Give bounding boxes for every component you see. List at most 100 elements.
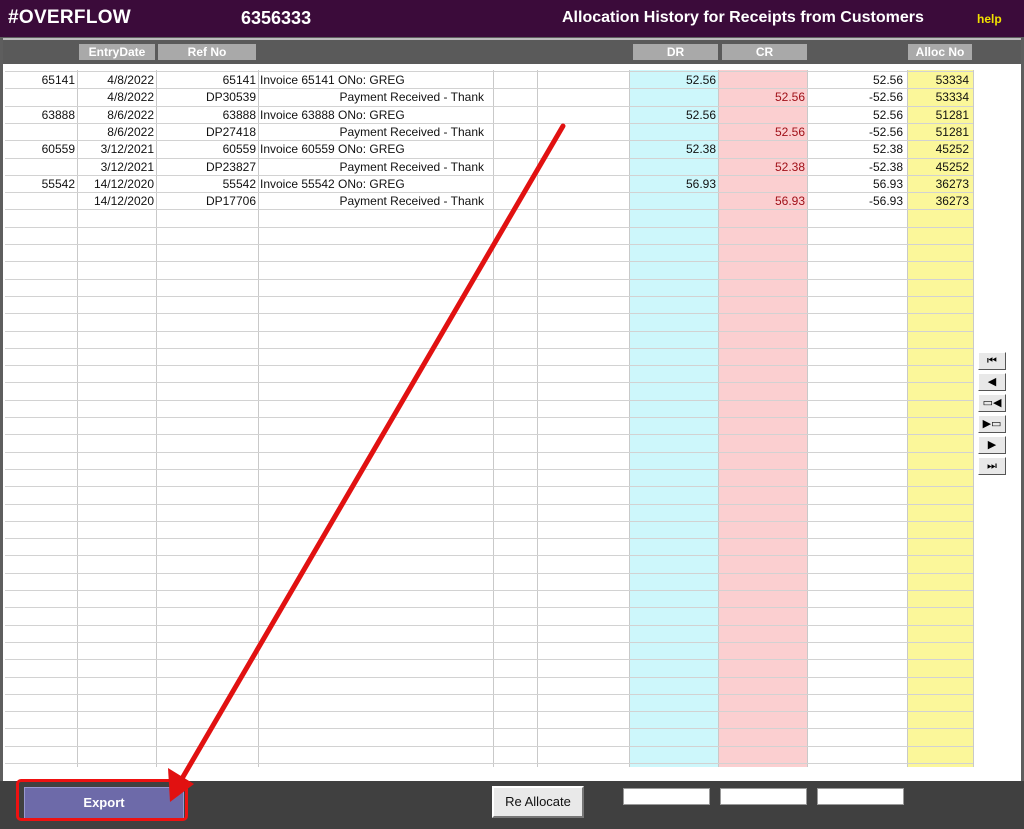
cell-bal: 52.56	[872, 73, 903, 87]
cell-desc: Invoice 60559 ONo: GREG	[260, 142, 405, 157]
next-page-icon[interactable]: ▶▭	[978, 415, 1006, 433]
next-record-icon[interactable]: ▶	[978, 436, 1006, 454]
row-divider	[5, 382, 973, 384]
row-divider	[5, 330, 973, 332]
cell-cr	[720, 107, 805, 124]
cell-cr: 52.38	[774, 159, 805, 174]
cell-alloc: 45252	[935, 142, 969, 157]
row-divider	[5, 503, 973, 505]
cell-doc: 55542	[41, 176, 75, 191]
cell-alloc: 36273	[935, 176, 969, 191]
cell-ref: 63888	[222, 107, 256, 122]
cell-date: 8/6/2022	[107, 124, 154, 139]
cell-desc: Invoice 65141 ONo: GREG	[260, 73, 405, 87]
previous-page-icon[interactable]: ▭◀	[978, 394, 1006, 412]
account-number: 6356333	[241, 8, 312, 28]
cell-doc	[5, 159, 75, 176]
app-name: #OVERFLOW	[8, 7, 132, 28]
cell-doc	[5, 89, 75, 106]
cell-bal: 52.56	[872, 107, 903, 122]
row-divider	[5, 417, 973, 418]
cell-desc: Payment Received - Thank	[339, 194, 484, 209]
cell-dr: 52.56	[685, 107, 716, 122]
row-divider	[5, 763, 973, 764]
column-divider	[973, 70, 974, 767]
row-divider	[5, 676, 973, 678]
row-divider	[5, 590, 973, 591]
cell-cr	[720, 176, 805, 193]
help-link[interactable]: help	[977, 12, 1002, 26]
cell-ref: 55542	[222, 176, 256, 191]
table-header: EntryDate Ref No DR CR Alloc No	[3, 40, 1021, 64]
cell-alloc: 53334	[935, 73, 969, 87]
cell-doc: 60559	[41, 142, 75, 157]
row-divider	[5, 624, 973, 626]
row-divider	[5, 295, 973, 297]
cell-doc	[5, 193, 75, 210]
cell-alloc: 45252	[935, 159, 969, 174]
cell-dr	[631, 89, 716, 106]
row-divider	[5, 641, 973, 643]
cell-bal: -56.93	[868, 194, 903, 209]
first-record-icon[interactable]: ⏮	[978, 352, 1006, 370]
cell-date: 14/12/2020	[93, 176, 154, 191]
cell-ref: 65141	[222, 73, 256, 87]
cell-dr: 52.56	[685, 73, 716, 87]
row-divider	[5, 451, 973, 453]
cell-bal: -52.38	[868, 159, 903, 174]
row-divider	[5, 728, 973, 730]
cell-date: 3/12/2021	[100, 159, 154, 174]
cell-cr: 52.56	[774, 90, 805, 105]
row-divider	[5, 278, 973, 280]
row-divider	[5, 486, 973, 488]
allocation-table: EntryDate Ref No DR CR Alloc No 65141 4/8…	[3, 38, 1021, 781]
cell-dr	[631, 124, 716, 141]
cell-ref: DP23827	[205, 159, 256, 174]
cell-desc: Payment Received - Thank	[339, 90, 484, 105]
row-divider	[5, 607, 973, 609]
cell-date: 4/8/2022	[107, 90, 154, 105]
cell-date: 14/12/2020	[93, 194, 154, 209]
previous-record-icon[interactable]: ◀	[978, 373, 1006, 391]
row-divider	[5, 572, 973, 574]
cell-dr: 56.93	[685, 176, 716, 191]
header-alloc-no[interactable]: Alloc No	[908, 44, 972, 60]
cell-ref: DP27418	[205, 124, 256, 139]
cell-doc: 63888	[41, 107, 75, 122]
header-cr[interactable]: CR	[722, 44, 807, 60]
cell-alloc: 51281	[935, 107, 969, 122]
cell-doc: 65141	[41, 73, 75, 87]
row-divider	[5, 468, 973, 470]
cell-alloc: 53334	[935, 90, 969, 105]
header-entry-date[interactable]: EntryDate	[79, 44, 155, 60]
row-divider	[5, 226, 973, 228]
cell-ref: 60559	[222, 142, 256, 157]
cell-date: 3/12/2021	[100, 142, 154, 157]
total-field-2[interactable]	[720, 788, 807, 805]
cell-alloc: 36273	[935, 194, 969, 209]
cell-bal: -52.56	[868, 90, 903, 105]
cell-ref: DP17706	[205, 194, 256, 209]
row-divider	[5, 399, 973, 401]
cell-cr	[720, 72, 805, 89]
cell-date: 4/8/2022	[107, 73, 154, 87]
total-field-3[interactable]	[817, 788, 904, 805]
cell-cr: 56.93	[774, 194, 805, 209]
cell-bal: 52.38	[872, 142, 903, 157]
row-divider	[5, 520, 973, 522]
row-divider	[5, 365, 973, 367]
total-field-1[interactable]	[623, 788, 710, 805]
cell-bal: 56.93	[872, 176, 903, 191]
reallocate-button[interactable]: Re Allocate	[492, 786, 584, 818]
row-divider	[5, 538, 973, 540]
cell-doc	[5, 124, 75, 141]
export-highlight-box	[16, 779, 188, 821]
cell-bal: -52.56	[868, 124, 903, 139]
header-ref-no[interactable]: Ref No	[158, 44, 256, 60]
last-record-icon[interactable]: ⏭	[978, 457, 1006, 475]
cell-dr: 52.38	[685, 142, 716, 157]
header-dr[interactable]: DR	[633, 44, 718, 60]
cell-dr	[631, 193, 716, 210]
row-divider	[5, 313, 973, 315]
row-divider	[5, 711, 973, 713]
